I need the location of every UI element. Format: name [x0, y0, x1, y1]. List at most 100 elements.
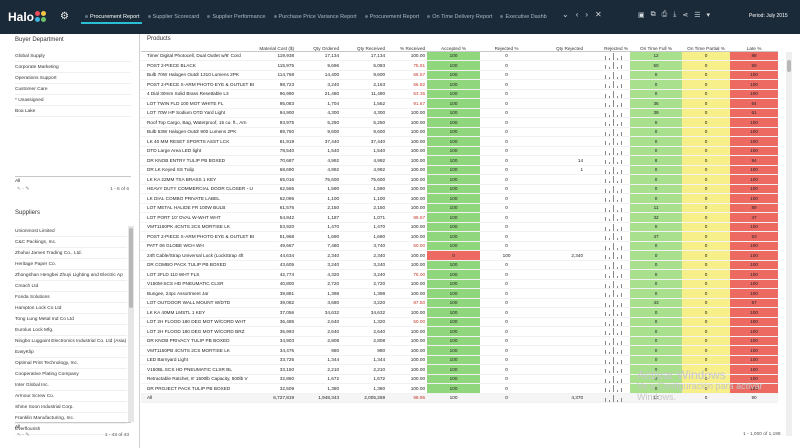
list-item[interactable]: Fonda Solutions [15, 292, 127, 303]
chevron-right-icon[interactable]: › [585, 10, 588, 19]
sparkline-bar [609, 276, 611, 279]
period-label[interactable]: Period: July 2015 [749, 13, 788, 19]
table-row[interactable]: DR COMBO PACK TULIP PB BOXED 43,605 3,240 3… [141, 260, 779, 270]
list-item[interactable]: Tong Lung Metal Ind Co Ltd [15, 314, 127, 325]
table-row[interactable]: LOT OUTDOOR WALL MOUNT W/DTD 39,082 3,680 3… [141, 298, 779, 308]
list-item[interactable]: C&C Packings, Inc. [15, 237, 127, 248]
table-row[interactable]: POST 2-PIECE X-ARM PHOTO EYE & OUTLET BI… [141, 231, 779, 242]
scrollbar-thumb[interactable] [129, 228, 133, 308]
table-row[interactable]: V150M-SCS HD PNEUMATIC CLSR 40,800 2,720 2,… [141, 279, 779, 289]
export-icon[interactable]: ⤓ [673, 11, 676, 19]
on-time-full-cell: 0 [630, 89, 683, 99]
table-row[interactable]: LK 40 MM RESET SPORTS ASST LCK 81,919 37,4… [141, 136, 779, 147]
close-icon[interactable]: ✕ [595, 10, 602, 19]
table-row[interactable]: PATT 06 GLOBE WCH WH 49,667 7,480 3,740 50.0… [141, 241, 779, 251]
table-row[interactable]: LOT METAL HALIDE FR 100W BULB 61,576 2,150… [141, 203, 779, 213]
table-row[interactable]: 4 Dial 30mm Solid Brass Resettable L3 96,… [141, 89, 779, 99]
table-row[interactable]: VMT1150PB 4CNTS 2CS MORTISE LK 34,476 980 9… [141, 345, 779, 356]
table-row[interactable]: DR LK Keyed SS Tulip 68,690 4,992 4,992 100.… [141, 165, 779, 175]
share-icon[interactable]: ⋖ [682, 11, 688, 19]
table-row[interactable]: Roof Top Cargo, Bag, Waterproof, 15 cu. … [141, 117, 779, 128]
list-item[interactable]: Eurolus Lock Mfg. [15, 325, 127, 336]
table-row[interactable]: DR KNOB ENTRY TULIP PB BOXED 70,687 4,992 4… [141, 155, 779, 166]
list-item[interactable]: Corporate Marketing [15, 62, 131, 73]
halo-logo[interactable]: Halo [8, 7, 47, 27]
list-item[interactable]: Shine Soon Industrial Corp. [15, 402, 127, 413]
header-late[interactable]: Late % [730, 43, 779, 52]
chevron-down-icon[interactable]: ⌄ [562, 10, 569, 19]
header-qty-rejected[interactable]: Qty Rejected [533, 43, 586, 52]
table-row[interactable]: LK DIAL COMBO PRIVATE LABEL 62,095 1,100 1,… [141, 193, 779, 204]
table-row[interactable]: LOT 2H FLOOD 180 DEG MOT W/CORD BRZ 35,99… [141, 326, 779, 337]
table-row[interactable]: LED Barnyard Light 33,726 1,344 1,344 100.00… [141, 355, 779, 365]
list-item[interactable]: Unionmost Limited [15, 226, 127, 237]
list-tools-icon[interactable]: ↖ ◦ ✎ [17, 185, 29, 194]
table-row[interactable]: LOT 2H FLOOD 180 DEG MOT W/CORD WHT 36,48… [141, 317, 779, 327]
all-label[interactable]: All [15, 425, 20, 430]
scrollbar-thumb[interactable] [787, 60, 791, 72]
list-item[interactable]: Inter Global Inc. [15, 380, 127, 391]
list-item[interactable]: Global Supply [15, 51, 131, 62]
table-row[interactable]: LOT PORT 10' OVAL W-WHT WHT 54,842 1,187 1,… [141, 212, 779, 223]
header-on-time-partial[interactable]: On Time Partial % [682, 43, 731, 52]
rejected-pct-cell: 0 [480, 392, 534, 403]
tab-supplier-scorecard[interactable]: Supplier Scorecard [144, 12, 204, 24]
list-item[interactable]: EasyKlip [15, 347, 127, 358]
table-row[interactable]: VMT1150PK 4CNTS 2CS MORTISE LK 53,920 1,47… [141, 222, 779, 232]
list-item[interactable]: Armour Screw Co. [15, 391, 127, 402]
all-label[interactable]: All [15, 179, 20, 184]
table-row[interactable]: LOT TWIN FLD 100 MOT WHITE FL 95,083 1,704… [141, 98, 779, 109]
tab-supplier-performance[interactable]: Supplier Performance [203, 12, 269, 24]
menu-icon[interactable]: ☰ [694, 11, 700, 19]
list-item[interactable]: Hampton Lock Co Ltd [15, 303, 127, 314]
table-row[interactable]: LOT 70W HP Sodium DTD Yard Light 94,900 4,… [141, 108, 779, 118]
save-icon[interactable]: ▣ [638, 11, 645, 19]
gear-icon[interactable]: ⚙ [60, 11, 69, 22]
list-item[interactable]: Optimal Print Technology, Inc. [15, 358, 127, 369]
on-time-partial-cell: 0 [682, 89, 731, 99]
table-row[interactable]: Bungee, 24pc Assortment Jar 39,881 1,398 1,… [141, 288, 779, 299]
list-item[interactable]: Zhongshan Hengbei Zhuyi Lighting and Ele… [15, 270, 127, 281]
print-icon[interactable]: ⎙ [662, 11, 668, 19]
header-rejected-pct[interactable]: Rejected % [480, 43, 534, 52]
table-row[interactable]: LK KA 22MM TSA BRASS 1 KEY 65,016 75,600 75… [141, 174, 779, 185]
header-product[interactable] [141, 43, 257, 52]
suppliers-scrollbar[interactable] [128, 226, 134, 422]
table-row[interactable]: 24ft Cable/Strap Universal Lock (LockStr… [141, 250, 779, 261]
header-material-cost[interactable]: Material Cost ($) [256, 43, 297, 52]
list-item[interactable]: Customer Care [15, 84, 131, 95]
table-row[interactable]: Timer Digital Photocell, Dual Outlet w/6… [141, 51, 779, 61]
table-row[interactable]: DR KNOB PRIVACY TULIP PB BOXED 34,903 2,80… [141, 336, 779, 346]
header-accepted-pct[interactable]: Accepted % [427, 43, 481, 52]
table-row[interactable]: Bulb 70W Halogen Outdr 1310 Lumens 2PK 11… [141, 70, 779, 80]
list-item[interactable]: Heritage Paper Co. [15, 259, 127, 270]
header-on-time-full[interactable]: On Time Full % [630, 43, 683, 52]
table-row[interactable]: DTD Large Area LED light 78,540 1,540 1,540… [141, 146, 779, 156]
tab-purchase-price-variance[interactable]: Purchase Price Variance Report [270, 12, 361, 24]
header-qty-ordered[interactable]: Qty Ordered [296, 43, 342, 52]
chevron-left-icon[interactable]: ‹ [576, 10, 579, 19]
list-item[interactable]: Operations Support [15, 73, 131, 84]
table-row[interactable]: POST 2-PIECE X-ARM PHOTO EYE & OUTLET BI… [141, 79, 779, 90]
table-row[interactable]: POST 2-PIECE BLACK 115,975 9,696 5,083 75.91… [141, 60, 779, 71]
header-qty-received[interactable]: Qty Received [341, 43, 388, 52]
copy-icon[interactable]: ⧉ [651, 11, 656, 19]
tab-on-time-delivery[interactable]: On Time Delivery Report [423, 12, 496, 24]
products-scrollbar[interactable] [786, 52, 792, 436]
table-row[interactable]: LOT 2FLD 110 WHT FLS 42,774 4,320 3,240 75.0… [141, 269, 779, 280]
table-row[interactable]: LK KA 40MM LMSTL 1 KEY 37,056 34,632 34,632… [141, 307, 779, 318]
list-item[interactable]: Zhuhai James Trading Co., Ltd. [15, 248, 127, 259]
header-pct-received[interactable]: % Received [387, 43, 428, 52]
list-item[interactable]: * Unassigned [15, 95, 131, 106]
tab-executive-dashboard[interactable]: Executive Dashb [496, 12, 550, 24]
tab-procurement-report-2[interactable]: Procurement Report [361, 12, 424, 24]
table-row[interactable]: HEAVY DUTY COMMERCIAL DOOR CLOSER - U 62,… [141, 184, 779, 194]
table-row[interactable]: Bulb 53W Halogen Outdr 900 Lumens 2PK 89,… [141, 127, 779, 137]
dropdown-icon[interactable]: ▾ [707, 11, 711, 19]
list-item[interactable]: Cooperative Plating Company [15, 369, 127, 380]
list-item[interactable]: Cmach Ltd [15, 281, 127, 292]
list-item[interactable]: Ningbo Luggaint Electronics Industrial C… [15, 336, 127, 347]
list-item[interactable]: Boa Lake [15, 106, 131, 117]
header-rejected-pct-spark[interactable]: Rejected % [585, 43, 631, 52]
list-tools-icon[interactable]: ↖ ◦ ✎ [17, 431, 29, 440]
